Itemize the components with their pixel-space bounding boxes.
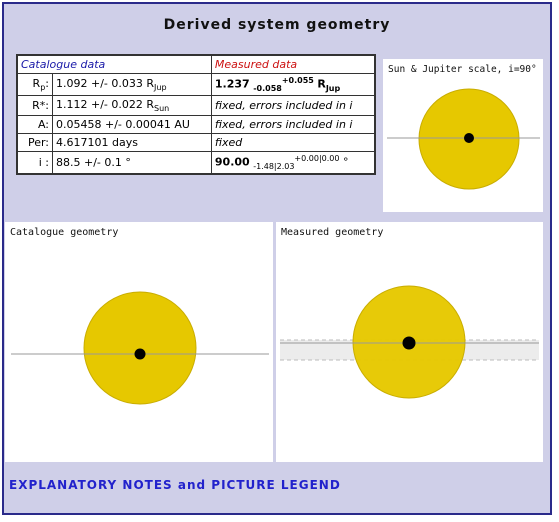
table-row: R*: 1.112 +/- 0.022 RSun fixed, errors i… — [16, 94, 376, 117]
catalogue-value: 4.617101 days — [52, 133, 212, 153]
row-label: i : — [16, 151, 53, 175]
scale-panel: Sun & Jupiter scale, i=90° — [383, 59, 543, 212]
measured-value: fixed — [210, 133, 376, 153]
geometry-table: Catalogue data Measured data Rp: 1.092 +… — [16, 54, 376, 175]
measured-geometry-panel: Measured geometry — [276, 222, 543, 462]
catalogue-value: 0.05458 +/- 0.00041 AU — [52, 115, 212, 135]
scale-diagram — [387, 88, 540, 190]
measured-value: fixed, errors included in i — [210, 115, 376, 135]
page-title: Derived system geometry — [163, 17, 391, 33]
catalogue-value: 1.112 +/- 0.022 RSun — [52, 94, 212, 117]
catalogue-value: 88.5 +/- 0.1 ° — [52, 151, 212, 175]
table-row: Per: 4.617101 days fixed — [16, 133, 376, 153]
explanatory-notes-link[interactable]: EXPLANATORY NOTES and PICTURE LEGEND — [9, 478, 341, 492]
measured-diagram — [280, 285, 539, 399]
header-catalogue: Catalogue data — [16, 54, 212, 74]
planet-disk — [134, 348, 146, 360]
catalogue-geometry-panel: Catalogue geometry — [5, 222, 273, 462]
header-measured: Measured data — [210, 54, 376, 74]
star-disk — [83, 291, 197, 405]
catalogue-diagram — [11, 291, 269, 405]
measured-value: fixed, errors included in i — [210, 94, 376, 117]
main-frame: Derived system geometry Catalogue data M… — [2, 2, 552, 515]
table-row: A: 0.05458 +/- 0.00041 AU fixed, errors … — [16, 115, 376, 135]
table-row: i : 88.5 +/- 0.1 ° 90.00 -1.48|2.03+0.00… — [16, 151, 376, 175]
catalogue-value: 1.092 +/- 0.033 RJup — [52, 73, 212, 96]
row-label: R*: — [16, 94, 53, 117]
table-row: Rp: 1.092 +/- 0.033 RJup 1.237 -0.058+0.… — [16, 73, 376, 96]
jupiter-disk — [464, 133, 474, 143]
table-header-row: Catalogue data Measured data — [16, 54, 376, 74]
planet-disk — [402, 336, 416, 350]
measured-value: 1.237 -0.058+0.055 RJup — [210, 73, 376, 96]
row-label: Rp: — [16, 73, 53, 96]
measured-value: 90.00 -1.48|2.03+0.00|0.00 ° — [210, 151, 376, 175]
row-label: Per: — [16, 133, 53, 153]
row-label: A: — [16, 115, 53, 135]
